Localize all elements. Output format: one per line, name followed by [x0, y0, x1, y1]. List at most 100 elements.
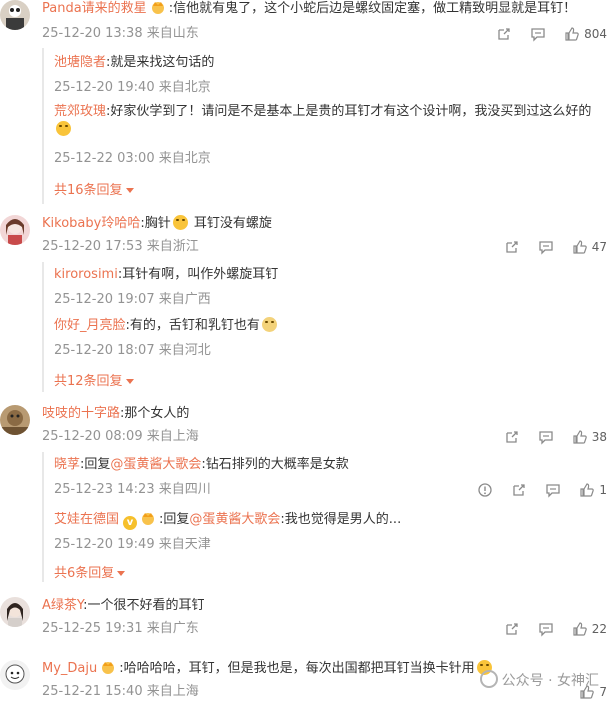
reply-location: 来自天津: [158, 537, 211, 552]
more-replies-label: 共12条回复: [54, 374, 123, 389]
share-icon[interactable]: [496, 26, 512, 42]
comment-icon[interactable]: [538, 621, 554, 637]
laugh-emoji-icon: [56, 121, 71, 136]
avatar[interactable]: [0, 660, 30, 690]
chevron-down-icon: [117, 571, 126, 576]
comment-location: 来自上海: [146, 684, 199, 699]
like-count: 47: [591, 240, 607, 254]
reply-text: :就是来找这句话的: [106, 55, 215, 70]
share-icon[interactable]: [504, 239, 520, 255]
avatar[interactable]: [0, 0, 30, 30]
laugh-emoji-icon: [172, 215, 188, 230]
comment-text: :那个女人的: [120, 406, 190, 421]
comment-time: 25-12-21 15:40: [42, 684, 143, 699]
comment-location: 来自上海: [146, 429, 199, 444]
comment-time: 25-12-25 19:31: [42, 621, 143, 636]
reply-prefix: :回复: [159, 512, 190, 527]
comment-icon[interactable]: [538, 239, 554, 255]
more-replies-label: 共6条回复: [54, 566, 115, 581]
report-icon[interactable]: [477, 482, 493, 498]
reply-time: 25-12-20 19:07: [54, 292, 155, 307]
reply-actions: 1: [459, 482, 607, 498]
commenter-name[interactable]: Kikobaby玲哈哈: [42, 216, 140, 231]
cat-emoji-icon: [261, 317, 277, 332]
comment-meta: 25-12-25 19:31 来自广东: [42, 620, 199, 638]
like-icon[interactable]: [572, 429, 588, 445]
like-icon[interactable]: [564, 26, 580, 42]
reply-box: kirorosimi:耳针有啊，叫作外螺旋耳钉 25-12-20 19:07 来…: [42, 262, 613, 392]
comment-actions: 804: [478, 26, 607, 42]
comment-text: :胸针: [140, 216, 171, 231]
watermark-text: 公众号 · 女神汇: [501, 673, 599, 689]
like-icon[interactable]: [572, 621, 588, 637]
comment-location: 来自广东: [146, 621, 199, 636]
reply-name[interactable]: 荒郊玫瑰: [54, 104, 106, 119]
share-icon[interactable]: [504, 429, 520, 445]
share-icon[interactable]: [504, 621, 520, 637]
reply-text: :我也觉得是男人的...: [280, 512, 402, 527]
verified-badge-icon: v: [123, 516, 138, 530]
commenter-name[interactable]: My_Daju: [42, 661, 97, 676]
comment-time: 25-12-20 17:53: [42, 239, 143, 254]
reply-prefix: :回复: [80, 457, 111, 472]
reply-location: 来自北京: [158, 151, 211, 166]
avatar[interactable]: [0, 405, 30, 435]
comment-location: 来自浙江: [146, 239, 199, 254]
reply-meta: 25-12-23 14:23 来自四川: [54, 481, 211, 499]
more-replies-label: 共16条回复: [54, 183, 123, 198]
like-count: 7: [599, 685, 607, 699]
reply-mention[interactable]: @蛋黄酱大歌会: [189, 512, 280, 527]
reply-name[interactable]: 池塘隐者: [54, 55, 106, 70]
reply-time: 25-12-20 18:07: [54, 343, 155, 358]
wechat-logo-icon: [479, 670, 498, 688]
reply-text: :钻石排列的大概率是女款: [201, 457, 349, 472]
like-icon[interactable]: [572, 239, 588, 255]
comment-location: 来自山东: [146, 26, 199, 41]
reply-time: 25-12-20 19:40: [54, 80, 155, 95]
share-icon[interactable]: [511, 482, 527, 498]
reply-meta: 25-12-22 03:00 来自北京: [54, 150, 211, 168]
comment-meta: 25-12-20 13:38 来自山东: [42, 25, 199, 43]
avatar[interactable]: [0, 597, 30, 627]
comment-meta: 25-12-21 15:40 来自上海: [42, 683, 199, 701]
more-replies-link[interactable]: 共16条回复: [54, 179, 134, 198]
chevron-down-icon: [125, 188, 134, 193]
reply-text: :耳针有啊，叫作外螺旋耳钉: [117, 267, 279, 282]
watermark: 公众号 · 女神汇: [479, 670, 599, 690]
crown-badge-icon: [100, 660, 116, 674]
comment-icon[interactable]: [538, 429, 554, 445]
comment-icon[interactable]: [530, 26, 546, 42]
commenter-name[interactable]: A绿茶Y: [42, 598, 83, 613]
comment-icon[interactable]: [545, 482, 561, 498]
commenter-name[interactable]: Panda请来的救星: [42, 1, 147, 16]
reply-name[interactable]: 艾娃在德国: [54, 512, 119, 527]
reply-location: 来自河北: [158, 343, 211, 358]
like-count: 804: [584, 27, 607, 41]
like-icon[interactable]: [579, 482, 595, 498]
reply-text: :有的，舌钉和乳钉也有: [125, 318, 260, 333]
reply-mention[interactable]: @蛋黄酱大歌会: [110, 457, 201, 472]
comment-actions: 38: [486, 429, 607, 445]
more-replies-link[interactable]: 共12条回复: [54, 370, 134, 389]
reply-name[interactable]: 你好_月亮脸: [54, 318, 126, 333]
chevron-down-icon: [125, 379, 134, 384]
comment-time: 25-12-20 13:38: [42, 26, 143, 41]
comment-text: :信他就有鬼了，这个小蛇后边是螺纹固定塞，做工精致明显就是耳钉！: [168, 1, 577, 16]
avatar[interactable]: [0, 215, 30, 245]
comment-text-2: 耳钉没有螺旋: [189, 216, 272, 231]
comment-text: :哈哈哈哈，耳钉，但是我也是，每次出国都把耳钉当换卡针用: [119, 661, 475, 676]
comment-actions: 47: [486, 239, 607, 255]
crown-badge-icon: [150, 0, 166, 14]
more-replies-link[interactable]: 共6条回复: [54, 562, 126, 581]
reply-meta: 25-12-20 19:40 来自北京: [54, 79, 211, 97]
reply-meta: 25-12-20 18:07 来自河北: [54, 342, 211, 360]
crown-badge-icon: [140, 511, 156, 525]
comment-text: :一个很不好看的耳钉: [83, 598, 205, 613]
reply-box: 晓莩:回复@蛋黄酱大歌会:钻石排列的大概率是女款 25-12-23 14:23 …: [42, 452, 613, 582]
reply-name[interactable]: 晓莩: [54, 457, 80, 472]
reply-name[interactable]: kirorosimi: [54, 267, 118, 282]
comment-meta: 25-12-20 17:53 来自浙江: [42, 238, 199, 256]
commenter-name[interactable]: 吱吱的十字路: [42, 406, 120, 421]
reply-meta: 25-12-20 19:07 来自广西: [54, 291, 211, 309]
reply-time: 25-12-22 03:00: [54, 151, 155, 166]
